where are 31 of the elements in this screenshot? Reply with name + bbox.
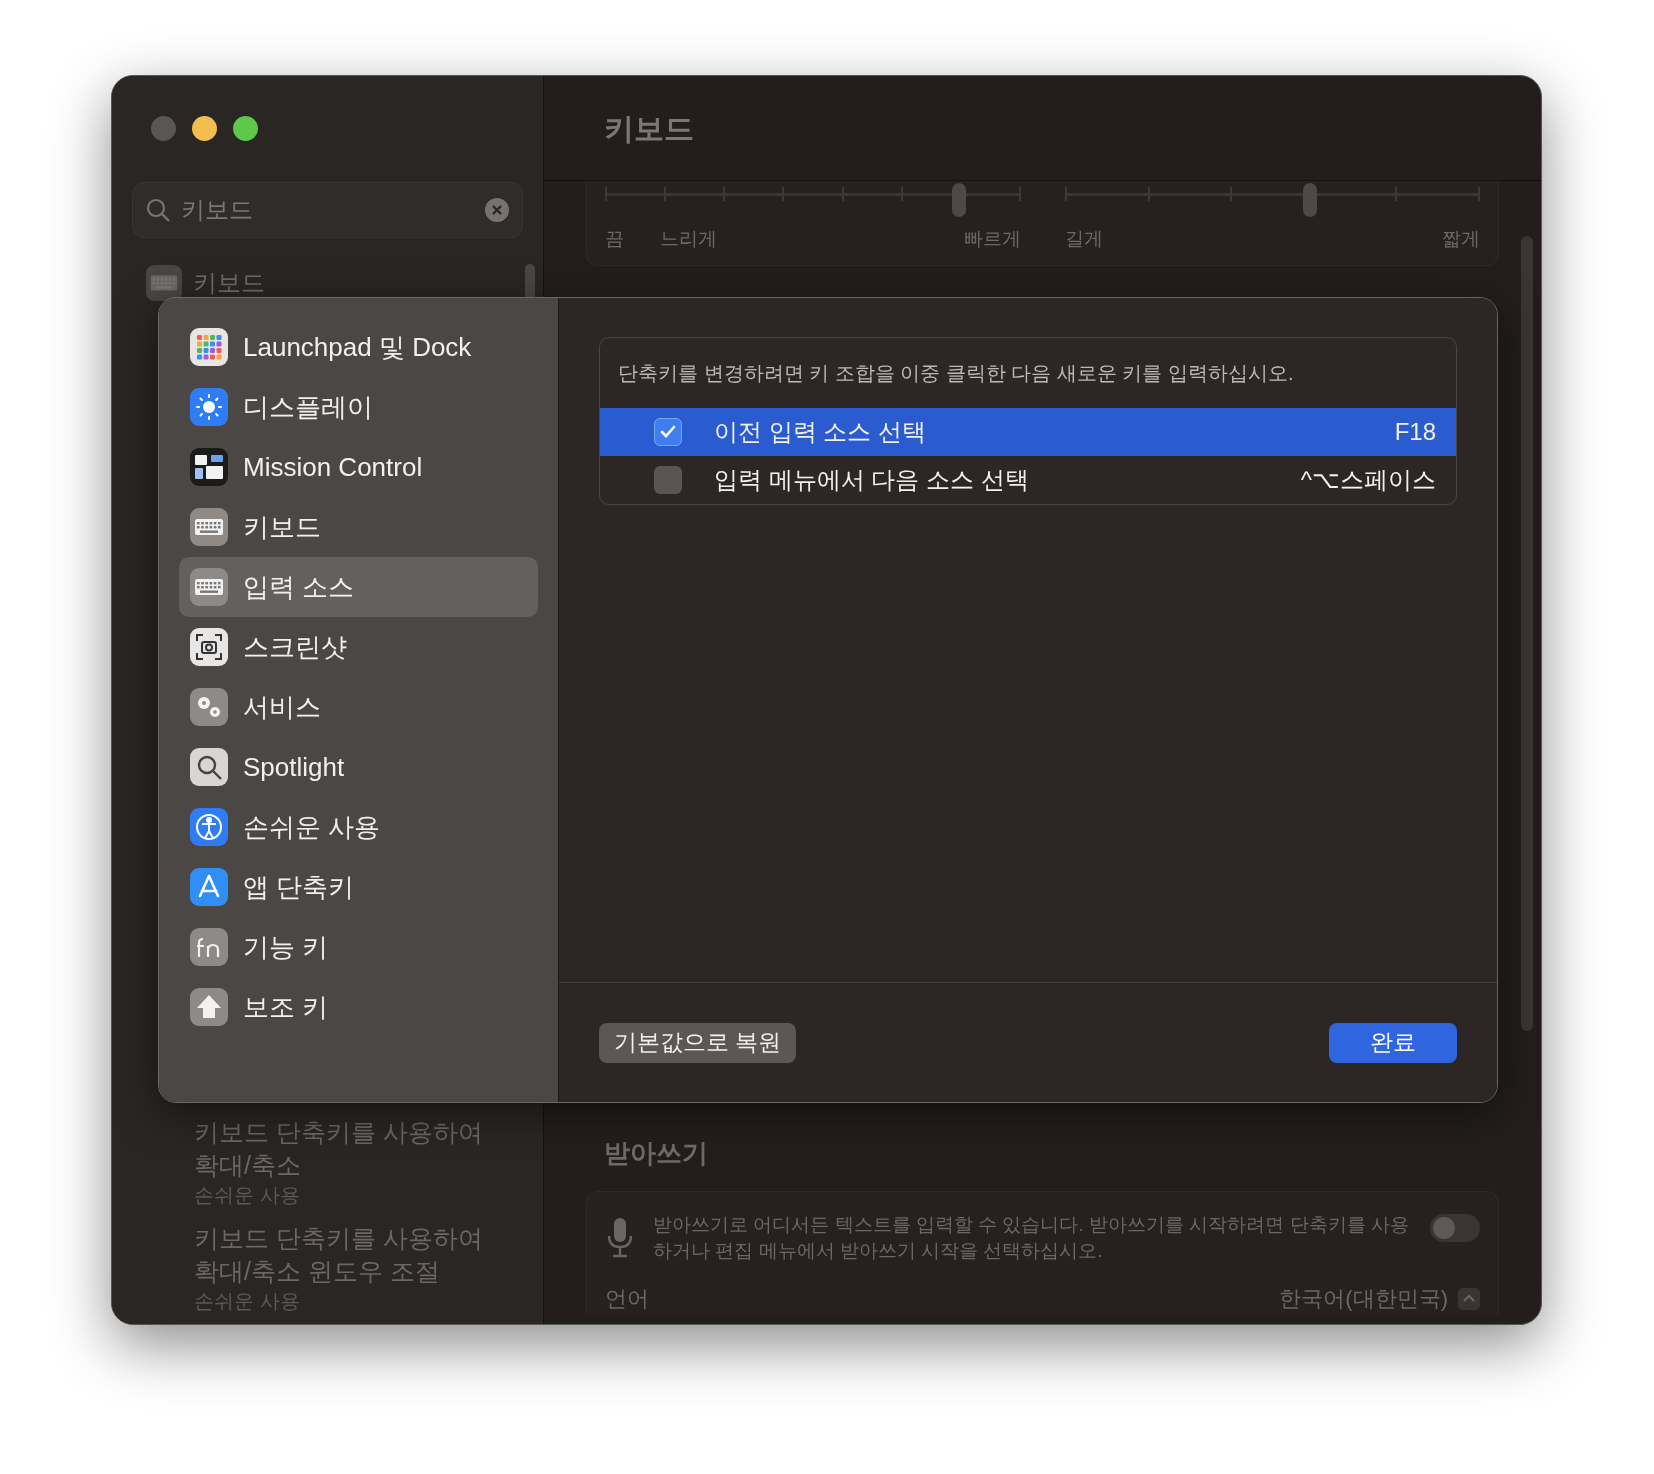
window-title: 키보드 (604, 110, 694, 147)
shortcut-row[interactable]: 입력 메뉴에서 다음 소스 선택 ^⌥스페이스 (600, 456, 1456, 504)
category-item[interactable]: Launchpad 및 Dock (179, 317, 538, 377)
shortcut-keys: ^⌥스페이스 (1300, 462, 1436, 498)
category-item[interactable]: Mission Control (179, 437, 538, 497)
slider-label: 빠르게 (964, 227, 1021, 251)
category-item[interactable]: 앱 단축키 (179, 857, 538, 917)
section-heading: 받아쓰기 (603, 1137, 709, 1170)
slider-label: 길게 (1065, 227, 1103, 251)
category-item[interactable]: 서비스 (179, 677, 538, 737)
slider-label: 느리게 (660, 227, 717, 251)
language-label: 언어 (605, 1285, 649, 1313)
search-value: 키보드 (181, 195, 253, 225)
category-item[interactable]: Spotlight (179, 737, 538, 797)
shortcut-label: 이전 입력 소스 선택 (714, 417, 926, 447)
dictation-description: 받아쓰기로 어디서든 텍스트를 입력할 수 있습니다. 받아쓰기를 시작하려면 단축키를 사용하거나 편집 메뉴에서 받아쓰기 시작을 선택하십시오. (653, 1213, 1410, 1263)
shortcut-keys: F18 (1394, 414, 1436, 450)
category-item[interactable]: 보조 키 (179, 977, 538, 1037)
category-item[interactable]: 입력 소스 (179, 557, 538, 617)
shortcut-label: 입력 메뉴에서 다음 소스 선택 (714, 465, 1029, 495)
slider-label: 끔 (605, 227, 624, 251)
shortcut-row[interactable]: 이전 입력 소스 선택 F18 (600, 408, 1456, 456)
category-item[interactable]: 손쉬운 사용 (179, 797, 538, 857)
category-item[interactable]: 디스플레이 (179, 377, 538, 437)
category-item[interactable]: 기능 키 (179, 917, 538, 977)
hint-text: 단축키를 변경하려면 키 조합을 이중 클릭한 다음 새로운 키를 입력하십시오. (618, 361, 1294, 386)
done-button[interactable]: 완료 (1329, 1022, 1457, 1063)
category-item[interactable]: 스크린샷 (179, 617, 538, 677)
slider-label: 짧게 (1442, 227, 1480, 251)
category-item[interactable]: 키보드 (179, 497, 538, 557)
restore-defaults-button[interactable]: 기본값으로 복원 (599, 1022, 797, 1063)
